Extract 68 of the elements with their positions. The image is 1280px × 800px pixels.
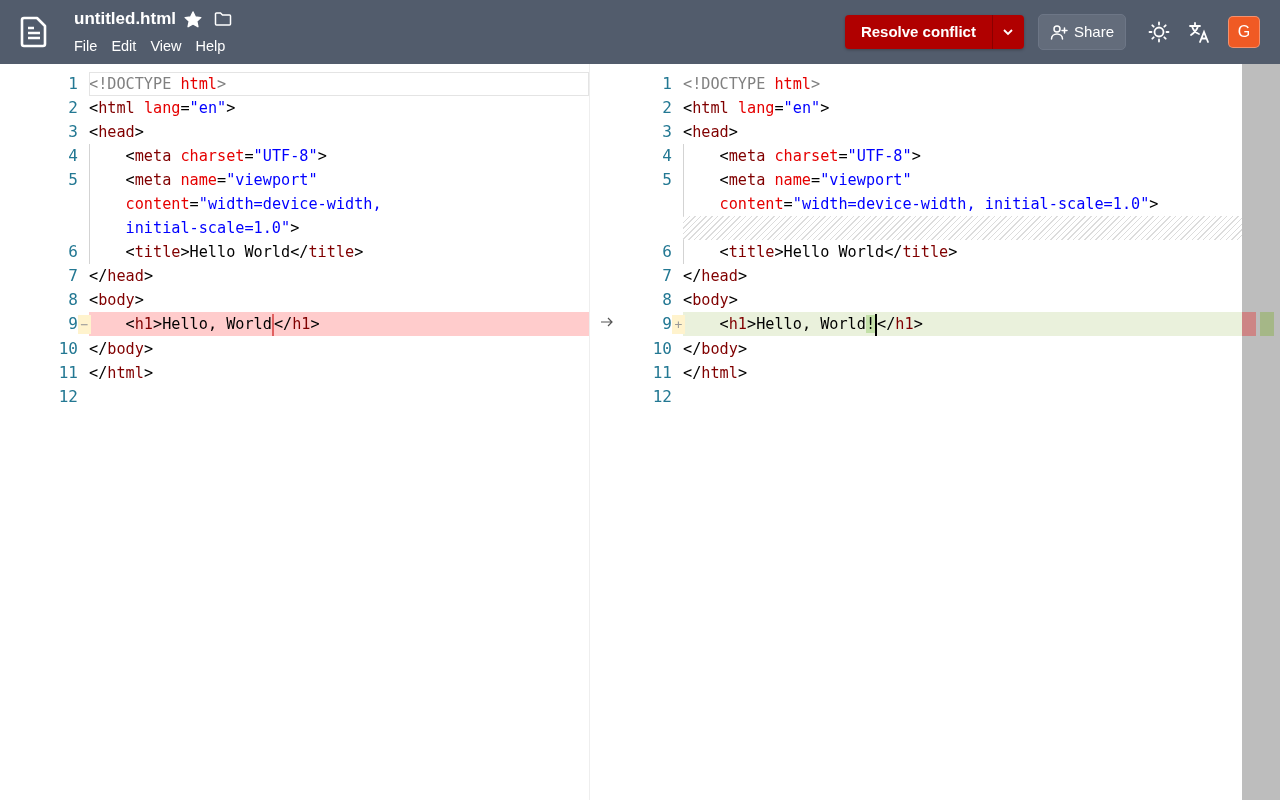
add-person-icon <box>1049 24 1068 40</box>
code-line: </html> <box>683 363 749 384</box>
caret-icon <box>1002 28 1015 36</box>
code-line: content="width=device-width, <box>89 192 589 216</box>
line-number: 6 <box>68 241 78 263</box>
line-number: 7 <box>68 265 78 287</box>
line-number: 2 <box>68 97 78 119</box>
line-number: 3 <box>662 121 672 143</box>
code-line: <title>Hello World</title> <box>89 240 589 264</box>
code-line: <html lang="en"> <box>89 98 237 119</box>
code-line: <body> <box>89 290 145 311</box>
share-button[interactable]: Share <box>1037 14 1126 50</box>
code-line: <meta charset="UTF-8"> <box>683 144 1242 168</box>
user-avatar[interactable]: G <box>1228 16 1260 48</box>
line-number: 8 <box>68 289 78 311</box>
code-line: </body> <box>683 339 749 360</box>
folder-icon[interactable] <box>214 11 232 28</box>
menu-item[interactable]: View <box>150 35 182 58</box>
line-number: 10 <box>652 338 672 360</box>
star-icon[interactable] <box>184 11 202 29</box>
sun-icon <box>1148 21 1170 43</box>
arrow-right-icon <box>600 316 614 328</box>
line-number: 3 <box>68 121 78 143</box>
code-line: <head> <box>89 122 145 143</box>
code-line: <meta name="viewport" <box>683 168 1242 192</box>
code-line: <!DOCTYPE html> <box>89 72 589 96</box>
menu-item[interactable]: Edit <box>111 35 137 58</box>
line-number: 11 <box>58 362 78 384</box>
code-line: <meta charset="UTF-8"> <box>89 144 589 168</box>
revert-change-button[interactable] <box>600 316 614 328</box>
code-line: <head> <box>683 122 739 143</box>
line-number: 9 <box>68 313 78 335</box>
document-icon <box>20 16 48 48</box>
line-number: 1 <box>68 73 78 95</box>
diff-marker: + <box>672 314 685 335</box>
line-number: 12 <box>58 386 78 408</box>
line-number: 7 <box>662 265 672 287</box>
menu-item[interactable]: Help <box>195 35 226 58</box>
translate-icon <box>1188 21 1210 43</box>
diff-marker: − <box>78 314 91 335</box>
file-name: untitled.html <box>74 8 176 31</box>
menu-item[interactable]: File <box>74 35 98 58</box>
line-number: 11 <box>652 362 672 384</box>
code-line: <title>Hello World</title> <box>683 240 1242 264</box>
line-number: 4 <box>662 145 672 167</box>
code-line: </body> <box>89 339 155 360</box>
line-number: 2 <box>662 97 672 119</box>
line-number: 6 <box>662 241 672 263</box>
translate-button[interactable] <box>1188 21 1210 43</box>
line-number: 5 <box>662 169 672 191</box>
code-line: initial-scale=1.0"> <box>89 216 589 240</box>
code-line: <!DOCTYPE html> <box>683 74 822 95</box>
line-number: 8 <box>662 289 672 311</box>
line-number: 12 <box>652 386 672 408</box>
code-line: <body> <box>683 290 739 311</box>
theme-toggle-button[interactable] <box>1148 21 1170 43</box>
code-line: <html lang="en"> <box>683 98 831 119</box>
code-line: <meta name="viewport" <box>89 168 589 192</box>
resolve-conflict-button[interactable]: Resolve conflict <box>844 15 992 49</box>
code-line: </head> <box>683 266 749 287</box>
code-line: </html> <box>89 363 155 384</box>
dropdown-button[interactable] <box>991 15 1024 49</box>
line-number: 10 <box>58 338 78 360</box>
code-line: </head> <box>89 266 155 287</box>
line-number: 5 <box>68 169 78 191</box>
line-number: 4 <box>68 145 78 167</box>
line-number: 9 <box>662 313 672 335</box>
line-number: 1 <box>662 73 672 95</box>
